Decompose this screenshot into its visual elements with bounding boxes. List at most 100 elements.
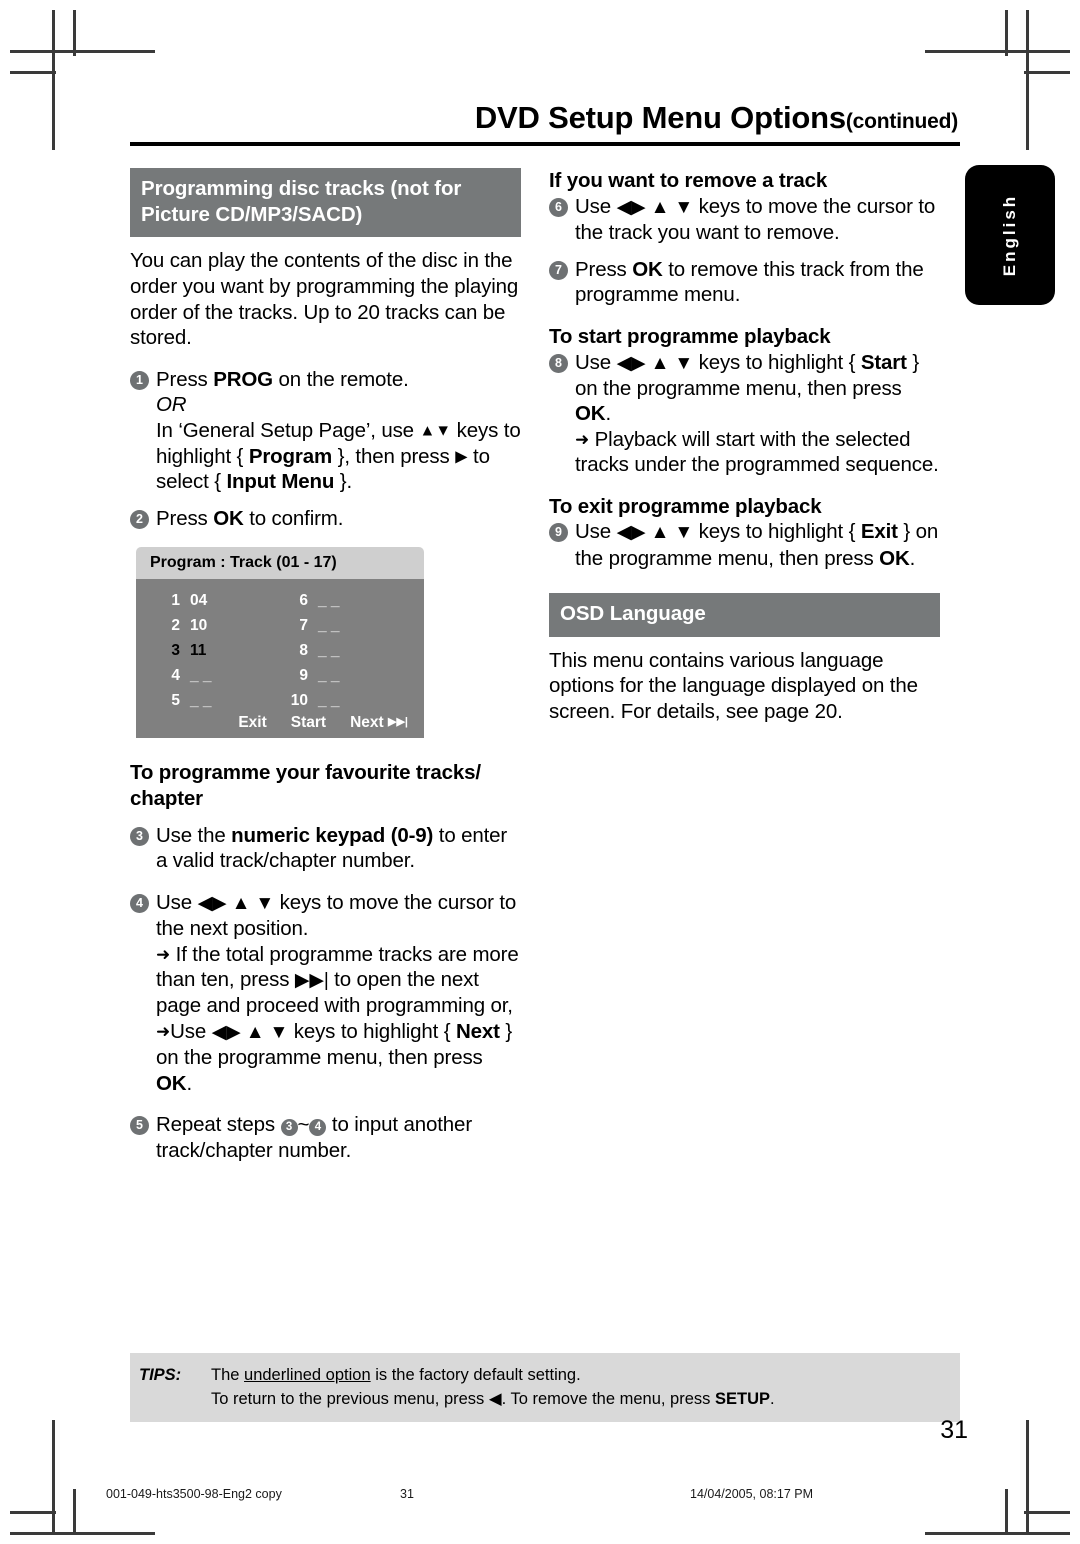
step-9-body: Use ◀▶ ▲ ▼ keys to highlight { Exit } on… [575,519,940,571]
program-entry-index: 1 [171,592,180,610]
step-9-option-exit: Exit [860,520,898,544]
program-menu-title: Program : Track (01 - 17) [136,547,424,580]
page-header: DVD Setup Menu Options(continued) [130,100,960,136]
page-number: 31 [940,1416,968,1444]
crop-mark-bottom-right-outer-horizontal [1024,1511,1070,1514]
step-number-2: 2 [130,509,149,529]
crop-mark-bottom-right-vertical [1026,1420,1029,1535]
program-entry[interactable]: 8 _ _ [278,638,410,663]
step-3-body: Use the numeric keypad (0-9) to enter a … [156,823,521,874]
navigation-arrows-icon: ◀▶ ▲ ▼ [211,1021,289,1043]
program-entry[interactable]: 1 04 [150,588,278,613]
step-8-pre: Use [575,350,617,374]
tips-line2-pre: To return to the previous menu, press [211,1390,489,1408]
step-7-body: Press OK to remove this track from the p… [575,257,940,308]
tips-line1-post: is the factory default setting. [370,1366,581,1384]
program-entry[interactable]: 6 _ _ [278,588,410,613]
step-1-body: Press PROG on the remote. OR In ‘General… [156,367,521,495]
step-reference-3: 3 [280,1119,298,1137]
tips-line1-pre: The [211,1366,245,1384]
arrow-bullet-icon: ➜ [575,429,590,449]
program-entry-index: 2 [171,617,180,635]
tips-line2-end: . [770,1390,775,1408]
step-6: 6 Use ◀▶ ▲ ▼ keys to move the cursor to … [549,194,940,246]
program-entry-index: 7 [299,617,308,635]
crop-mark-bottom-left-outer-vertical [73,1489,76,1535]
tips-key-setup: SETUP [714,1390,770,1408]
step-4-body: Use ◀▶ ▲ ▼ keys to move the cursor to th… [156,890,521,1096]
step-1-line2-end: }. [334,470,353,494]
program-entry[interactable]: 2 10 [150,613,278,638]
crop-mark-top-right-vertical [1026,10,1029,150]
program-entry-index: 6 [299,592,308,610]
crop-mark-top-right-outer-horizontal [1024,71,1070,74]
step-4-option-next: Next [455,1019,500,1043]
step-8-option-start: Start [860,350,907,374]
program-menu-grid: 1 04 2 10 3 11 4 _ _ 5 _ _ 6 _ _ 7 _ _ 8 _ _ 9 _ … [150,588,410,713]
osd-language-paragraph: This menu contains various language opti… [549,648,918,723]
navigation-arrows-icon: ◀▶ ▲ ▼ [616,196,694,218]
step-2: 2 Press OK to confirm. [130,506,521,532]
step-2-key-ok: OK [213,506,244,530]
step-number-1: 1 [130,370,149,390]
right-column: If you want to remove a track 6 Use ◀▶ ▲… [549,168,940,1163]
language-tab-label: English [1000,193,1019,277]
program-entry-selected[interactable]: 3 11 [150,638,278,663]
arrow-bullet-icon: ➜ [156,944,171,964]
program-menu-screenshot: Program : Track (01 - 17) 1 04 2 10 3 11 4 _… [136,547,424,739]
program-entry-index: 3 [171,642,180,660]
print-footer-filename: 001-049-hts3500-98-Eng2 copy [106,1487,282,1501]
step-8-body: Use ◀▶ ▲ ▼ keys to highlight { Start } o… [575,350,940,478]
step-5-pre: Repeat steps [156,1113,281,1137]
step-8-end: . [605,402,611,426]
step-5-body: Repeat steps 3 ~4 to input another track/… [156,1112,521,1163]
program-entry-value: _ _ [190,667,212,685]
step-1-line2-pre: In ‘General Setup Page’, use [156,418,420,442]
tips-line2-mid: . To remove the menu, press [501,1390,715,1408]
step-number-9: 9 [549,523,568,543]
subheading-remove-track: If you want to remove a track [549,169,828,192]
step-6-pre: Use [575,194,617,218]
step-4-pre: Use [156,890,198,914]
step-number-6: 6 [549,197,568,217]
crop-mark-bottom-left-outer-horizontal [10,1511,56,1514]
program-entry[interactable]: 7 _ _ [278,613,410,638]
step-8-key-ok: OK [575,402,606,426]
navigation-arrows-icon: ◀▶ ▲ ▼ [616,522,694,544]
program-entry-index: 4 [171,667,180,685]
program-menu-next-button[interactable]: Next ▶▶| [350,714,408,732]
program-menu-exit-button[interactable]: Exit [238,714,266,732]
program-menu-start-button[interactable]: Start [291,714,326,732]
crop-mark-bottom-right-outer-vertical [1005,1489,1008,1535]
crop-mark-top-left-outer-horizontal [10,71,56,74]
step-4: 4 Use ◀▶ ▲ ▼ keys to move the cursor to … [130,890,521,1096]
updown-arrow-icon: ▲▼ [419,422,452,440]
step-1: 1 Press PROG on the remote. OR In ‘Gener… [130,367,521,495]
intro-paragraph: You can play the contents of the disc in… [130,249,519,350]
program-menu-column-left: 1 04 2 10 3 11 4 _ _ 5 _ _ [150,588,278,713]
step-9-key-ok: OK [879,546,910,570]
program-entry-index: 10 [290,692,308,710]
step-1-option-program: Program [248,444,333,468]
header-divider [130,142,960,146]
step-8: 8 Use ◀▶ ▲ ▼ keys to highlight { Start }… [549,350,940,478]
subheading-exit-playback: To exit programme playback [549,494,822,518]
step-8-mid: keys to highlight { [693,350,861,374]
tips-box: TIPS: The underlined option is the facto… [130,1353,960,1422]
crop-mark-bottom-right-horizontal [925,1532,1070,1535]
program-entry[interactable]: 9 _ _ [278,663,410,688]
left-column: Programming disc tracks (not for Picture… [130,168,521,1163]
program-menu-body: 1 04 2 10 3 11 4 _ _ 5 _ _ 6 _ _ 7 _ _ 8 _ _ 9 _ … [136,579,424,739]
tips-text: The underlined option is the factory def… [211,1363,775,1411]
program-entry-index: 9 [299,667,308,685]
right-arrow-icon: ▶ [455,448,468,466]
step-5-tilde: ~ [297,1113,310,1137]
step-4-bullet2-pre: Use [170,1019,212,1043]
tips-inner: TIPS: The underlined option is the facto… [130,1363,960,1411]
program-entry[interactable]: 5 _ _ [150,688,278,713]
program-entry[interactable]: 4 _ _ [150,663,278,688]
program-entry[interactable]: 10 _ _ [278,688,410,713]
step-2-body: Press OK to confirm. [156,506,521,532]
print-footer-page: 31 [400,1487,414,1501]
program-entry-value: _ _ [318,667,340,685]
